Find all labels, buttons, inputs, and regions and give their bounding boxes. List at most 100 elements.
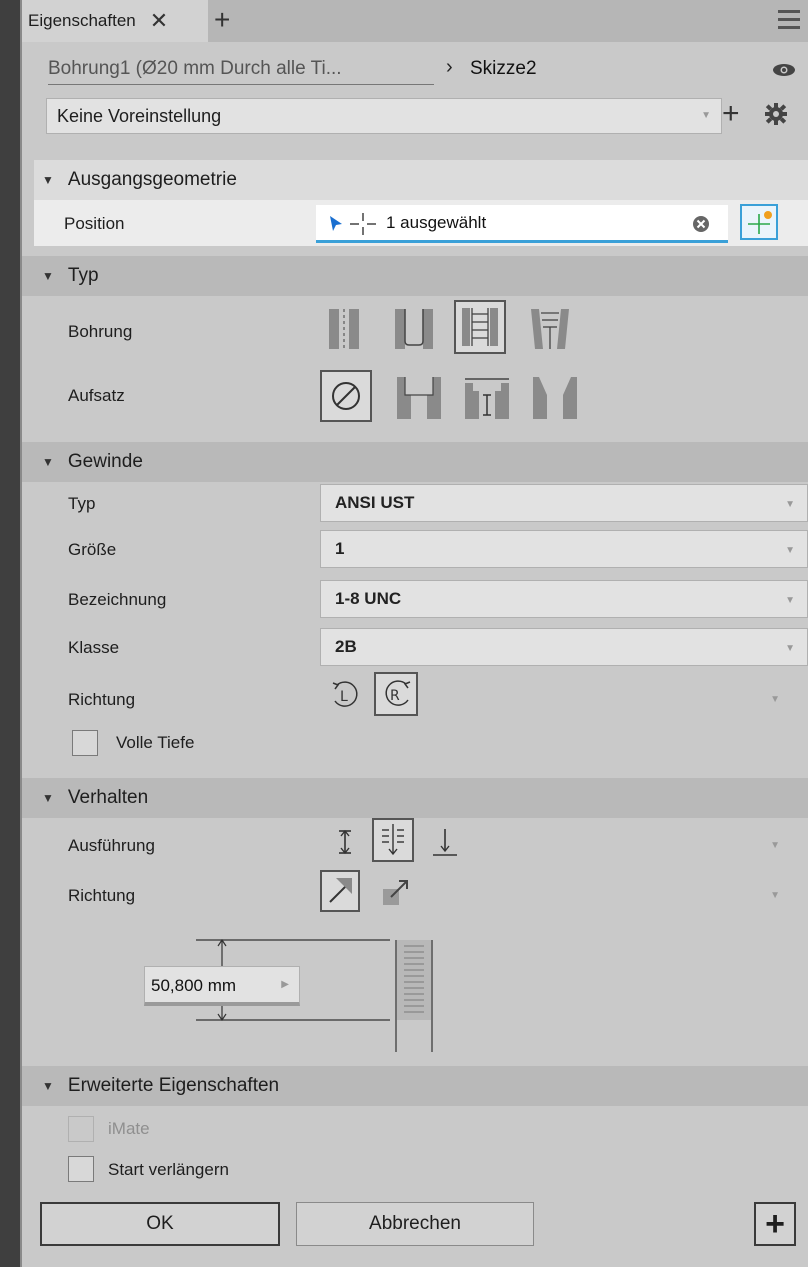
bohrung-label: Bohrung (68, 322, 133, 341)
designation-value: 1-8 UNC (335, 589, 402, 608)
collapse-arrow-icon: ▼ (42, 173, 54, 187)
extend-start-checkbox[interactable] (68, 1156, 94, 1182)
add-preset-button[interactable]: + (722, 96, 740, 132)
size-label: Größe (68, 540, 117, 559)
collapse-arrow-icon: ▼ (42, 1079, 54, 1093)
left-hand-thread-button[interactable]: L (326, 676, 362, 712)
collapse-arrow-icon: ▼ (42, 269, 54, 283)
termination-label: Ausführung (68, 836, 155, 855)
cancel-button[interactable]: Abbrechen (296, 1202, 534, 1246)
class-dropdown[interactable]: 2B ▼ (320, 628, 808, 666)
ok-button[interactable]: OK (40, 1202, 280, 1246)
through-all-button[interactable] (372, 818, 414, 862)
collapse-arrow-icon: ▼ (42, 791, 54, 805)
simple-hole-icon (329, 309, 359, 349)
full-depth-checkbox[interactable] (72, 730, 98, 756)
breadcrumb-underline (48, 84, 434, 85)
distance-icon (339, 829, 351, 855)
add-point-icon (748, 211, 772, 234)
sketch-point-icon (350, 213, 376, 235)
svg-text:R: R (390, 688, 400, 704)
tab-eigenschaften[interactable]: Eigenschaften ✕ (22, 0, 208, 42)
extend-start-label: Start verlängern (108, 1160, 229, 1179)
size-dropdown[interactable]: 1 ▼ (320, 530, 808, 568)
add-tab-button[interactable]: + (214, 6, 230, 34)
simple-hole-button[interactable] (322, 304, 364, 352)
imate-checkbox[interactable] (68, 1116, 94, 1142)
chevron-down-icon: ▼ (701, 110, 711, 121)
position-label: Position (64, 214, 125, 233)
geometry-section-title: Ausgangsgeometrie (67, 169, 237, 190)
behavior-section-title: Verhalten (67, 787, 149, 808)
imate-label: iMate (108, 1119, 150, 1138)
thread-section-title: Gewinde (67, 451, 143, 472)
clearance-hole-icon (395, 309, 433, 349)
panel-title-bar: Eigenschaften ✕ + (22, 0, 808, 42)
tapped-hole-button[interactable] (454, 300, 506, 354)
designation-dropdown[interactable]: 1-8 UNC ▼ (320, 580, 808, 618)
to-face-icon (433, 829, 457, 856)
eye-icon[interactable] (772, 62, 796, 82)
svg-text:L: L (340, 689, 348, 705)
behavior-section-header[interactable]: ▼ Verhalten (22, 778, 808, 818)
add-button[interactable]: + (754, 1202, 796, 1246)
create-point-button[interactable] (740, 204, 778, 240)
direction-flip-icon (383, 880, 408, 905)
right-hand-icon: R (385, 680, 411, 706)
to-face-button[interactable] (426, 822, 462, 862)
clearance-hole-button[interactable] (390, 304, 436, 352)
breadcrumb-sketch[interactable]: Skizze2 (470, 58, 537, 80)
counterbore-button[interactable] (394, 372, 442, 422)
designation-label: Bezeichnung (68, 590, 167, 609)
chevron-down-icon[interactable]: ▼ (770, 840, 780, 851)
left-dock-strip (0, 0, 22, 1267)
class-value: 2B (335, 637, 357, 656)
direction-default-icon (329, 878, 352, 903)
chevron-down-icon: ▼ (785, 545, 795, 556)
preset-dropdown[interactable]: Keine Voreinstellung ▼ (46, 98, 722, 134)
default-direction-button[interactable] (320, 870, 360, 912)
gear-icon[interactable] (764, 102, 788, 131)
geometry-section-header[interactable]: ▼ Ausgangsgeometrie (34, 160, 808, 200)
clear-icon[interactable] (692, 215, 710, 233)
spotface-icon (465, 378, 509, 419)
position-selector[interactable]: 1 ausgewählt (316, 205, 728, 243)
chevron-down-icon[interactable]: ▼ (770, 890, 780, 901)
geometry-section: ▼ Ausgangsgeometrie Position 1 ausgewähl… (34, 160, 808, 246)
taper-tapped-hole-icon (531, 309, 569, 349)
chevron-down-icon[interactable]: ▼ (770, 694, 780, 705)
behavior-direction-label: Richtung (68, 886, 136, 905)
advanced-section-title: Erweiterte Eigenschaften (67, 1075, 280, 1096)
close-icon[interactable]: ✕ (150, 8, 168, 34)
flip-direction-button[interactable] (376, 872, 412, 910)
taper-tapped-hole-button[interactable] (526, 304, 572, 352)
no-seat-button[interactable] (320, 370, 372, 422)
distance-button[interactable] (328, 822, 360, 862)
thread-type-dropdown[interactable]: ANSI UST ▼ (320, 484, 808, 522)
chevron-down-icon: ▼ (785, 595, 795, 606)
left-hand-icon: L (332, 681, 358, 707)
thread-section-header[interactable]: ▼ Gewinde (22, 442, 808, 482)
full-depth-label: Volle Tiefe (116, 733, 195, 752)
depth-value: 50,800 mm (151, 976, 237, 995)
advanced-section-header[interactable]: ▼ Erweiterte Eigenschaften (22, 1066, 808, 1106)
none-icon (332, 382, 360, 410)
chevron-right-icon[interactable]: ▶ (281, 979, 289, 990)
collapse-arrow-icon: ▼ (42, 455, 54, 469)
select-cursor-icon (330, 216, 342, 231)
chevron-down-icon: ▼ (785, 643, 795, 654)
breadcrumb-feature[interactable]: Bohrung1 (Ø20 mm Durch alle Ti... (48, 58, 342, 80)
counterbore-icon (397, 377, 441, 419)
spotface-button[interactable] (462, 372, 510, 422)
right-hand-thread-button[interactable]: R (374, 672, 418, 716)
depth-input[interactable]: 50,800 mm ▶ (144, 966, 300, 1006)
class-label: Klasse (68, 638, 120, 657)
chevron-down-icon: ▼ (785, 499, 795, 510)
thread-type-value: ANSI UST (335, 493, 415, 512)
through-all-icon (382, 824, 404, 856)
position-value: 1 ausgewählt (386, 213, 487, 232)
countersink-button[interactable] (530, 372, 578, 422)
type-section-header[interactable]: ▼ Typ (22, 256, 808, 296)
thread-type-label: Typ (68, 494, 96, 513)
hamburger-menu-icon[interactable] (778, 10, 800, 34)
